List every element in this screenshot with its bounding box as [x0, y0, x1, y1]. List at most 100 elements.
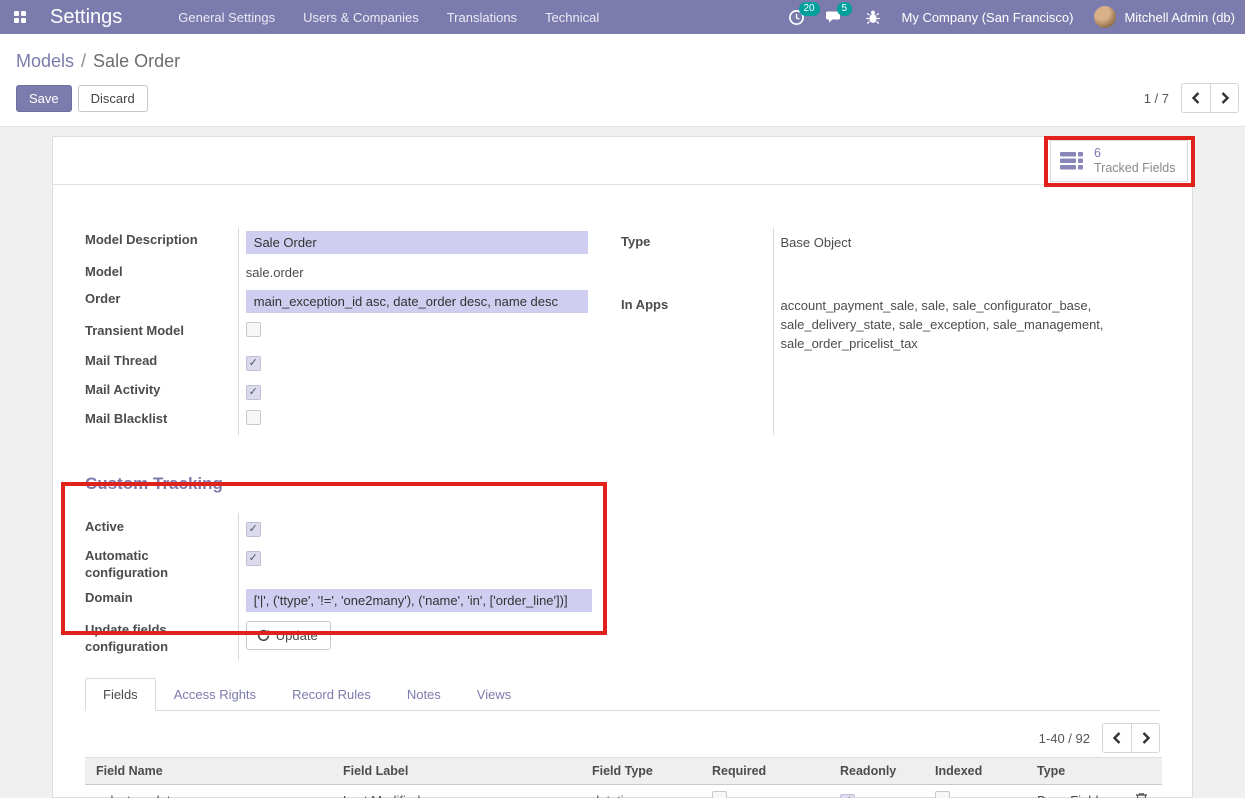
breadcrumb-models-link[interactable]: Models	[16, 51, 74, 71]
record-pager-next-button[interactable]	[1210, 83, 1239, 113]
col-type[interactable]: Type	[1026, 758, 1124, 785]
model-description-row: Model Description	[85, 228, 621, 258]
model-row: Model sale.order	[85, 258, 621, 287]
update-button-label: Update	[276, 628, 318, 643]
tracked-fields-stat-button[interactable]: 6 Tracked Fields	[1050, 140, 1188, 182]
tab-notes[interactable]: Notes	[389, 678, 459, 711]
type-row: Type Base Object	[621, 228, 1133, 291]
in-apps-row: In Apps account_payment_sale, sale, sale…	[621, 291, 1133, 435]
mail-thread-label: Mail Thread	[85, 353, 157, 368]
tab-record-rules[interactable]: Record Rules	[274, 678, 389, 711]
fields-list-pager: 1-40 / 92	[85, 723, 1160, 753]
update-fields-configuration-row: Update fields configuration Update	[85, 616, 621, 660]
tracked-fields-label: Tracked Fields	[1094, 161, 1176, 176]
update-fields-configuration-label: Update fields configuration	[85, 622, 168, 654]
type-label: Type	[621, 234, 650, 249]
cell-field-name: __last_update	[85, 785, 332, 798]
notebook-tabs: Fields Access Rights Record Rules Notes …	[85, 678, 1160, 711]
user-name: Mitchell Admin (db)	[1124, 10, 1235, 25]
active-label: Active	[85, 519, 124, 534]
app-title[interactable]: Settings	[50, 6, 122, 29]
record-pager-text: 1 / 7	[1144, 91, 1169, 106]
mail-blacklist-label: Mail Blacklist	[85, 411, 167, 426]
user-avatar	[1094, 6, 1116, 28]
user-menu[interactable]: Mitchell Admin (db)	[1094, 6, 1235, 28]
chevron-right-icon	[1141, 732, 1151, 744]
apps-menu-icon[interactable]	[14, 11, 26, 23]
menu-technical[interactable]: Technical	[545, 10, 599, 25]
readonly-checkbox[interactable]: ✓	[840, 794, 855, 798]
type-value: Base Object	[781, 235, 852, 250]
automatic-configuration-checkbox[interactable]: ✓	[246, 551, 261, 566]
col-readonly[interactable]: Readonly	[829, 758, 924, 785]
right-field-group: Type Base Object In Apps account_payment…	[621, 228, 1133, 435]
transient-model-row: Transient Model	[85, 317, 621, 347]
col-field-type[interactable]: Field Type	[581, 758, 701, 785]
activity-systray-button[interactable]: 20	[788, 9, 805, 26]
menu-general-settings[interactable]: General Settings	[178, 10, 275, 25]
model-label: Model	[85, 264, 123, 279]
col-indexed[interactable]: Indexed	[924, 758, 1026, 785]
mail-thread-row: Mail Thread ✓	[85, 347, 621, 376]
main-menu: General Settings Users & Companies Trans…	[178, 10, 599, 25]
model-description-label: Model Description	[85, 232, 198, 247]
discard-button[interactable]: Discard	[78, 85, 148, 112]
mail-blacklist-checkbox[interactable]	[246, 410, 261, 425]
menu-translations[interactable]: Translations	[447, 10, 517, 25]
cell-field-type: datetime	[581, 785, 701, 798]
table-row[interactable]: __last_update Last Modified on datetime …	[85, 785, 1162, 798]
tracked-fields-icon	[1060, 151, 1085, 171]
top-navbar: Settings General Settings Users & Compan…	[0, 0, 1245, 34]
tab-access-rights[interactable]: Access Rights	[156, 678, 274, 711]
fields-list-next-button[interactable]	[1131, 723, 1160, 753]
refresh-icon	[257, 629, 270, 642]
active-checkbox[interactable]: ✓	[246, 522, 261, 537]
tab-fields[interactable]: Fields	[85, 678, 156, 711]
form-sheet: 6 Tracked Fields Model Description Model…	[52, 136, 1193, 798]
update-button[interactable]: Update	[246, 621, 331, 650]
transient-model-label: Transient Model	[85, 323, 184, 338]
save-button[interactable]: Save	[16, 85, 72, 112]
mail-thread-checkbox[interactable]: ✓	[246, 356, 261, 371]
delete-row-button[interactable]	[1135, 792, 1148, 798]
fields-list-pager-text: 1-40 / 92	[1039, 731, 1090, 746]
messages-systray-button[interactable]: 5	[826, 9, 844, 25]
cell-field-label: Last Modified on	[332, 785, 581, 798]
order-label: Order	[85, 291, 120, 306]
form-body: Model Description Model sale.order Order…	[53, 185, 1192, 798]
transient-model-checkbox[interactable]	[246, 322, 261, 337]
mail-activity-checkbox[interactable]: ✓	[246, 385, 261, 400]
breadcrumb-current: Sale Order	[93, 51, 180, 71]
content-area: 6 Tracked Fields Model Description Model…	[0, 127, 1245, 798]
col-field-label[interactable]: Field Label	[332, 758, 581, 785]
fields-list-previous-button[interactable]	[1102, 723, 1131, 753]
col-field-name[interactable]: Field Name	[85, 758, 332, 785]
automatic-configuration-label: Automatic configuration	[85, 548, 168, 580]
debug-systray-button[interactable]	[865, 9, 881, 25]
control-panel: Models / Sale Order Save Discard 1 / 7	[0, 34, 1245, 127]
menu-users-companies[interactable]: Users & Companies	[303, 10, 419, 25]
required-checkbox[interactable]	[712, 791, 727, 798]
model-value: sale.order	[246, 265, 304, 280]
fields-table-header-row: Field Name Field Label Field Type Requir…	[85, 758, 1162, 785]
cell-type: Base Field	[1026, 785, 1124, 798]
custom-tracking-group: Active ✓ Automatic configuration ✓ Domai…	[85, 513, 621, 660]
model-description-input[interactable]	[246, 231, 588, 254]
in-apps-value: account_payment_sale, sale, sale_configu…	[781, 298, 1104, 351]
bug-icon	[865, 9, 881, 25]
company-switcher[interactable]: My Company (San Francisco)	[902, 10, 1074, 25]
record-pager-previous-button[interactable]	[1181, 83, 1210, 113]
order-input[interactable]	[246, 290, 588, 313]
record-pager: 1 / 7	[1144, 83, 1239, 113]
left-field-group: Model Description Model sale.order Order…	[85, 228, 621, 435]
breadcrumb-separator: /	[81, 51, 86, 71]
automatic-configuration-row: Automatic configuration ✓	[85, 542, 621, 586]
breadcrumb: Models / Sale Order	[16, 51, 1239, 72]
button-box: 6 Tracked Fields	[53, 137, 1192, 185]
indexed-checkbox[interactable]	[935, 791, 950, 798]
systray: 20 5 My Company (San Francisco) Mitchell…	[788, 6, 1236, 28]
col-required[interactable]: Required	[701, 758, 829, 785]
domain-input[interactable]	[246, 589, 592, 612]
tab-views[interactable]: Views	[459, 678, 529, 711]
in-apps-label: In Apps	[621, 297, 668, 312]
